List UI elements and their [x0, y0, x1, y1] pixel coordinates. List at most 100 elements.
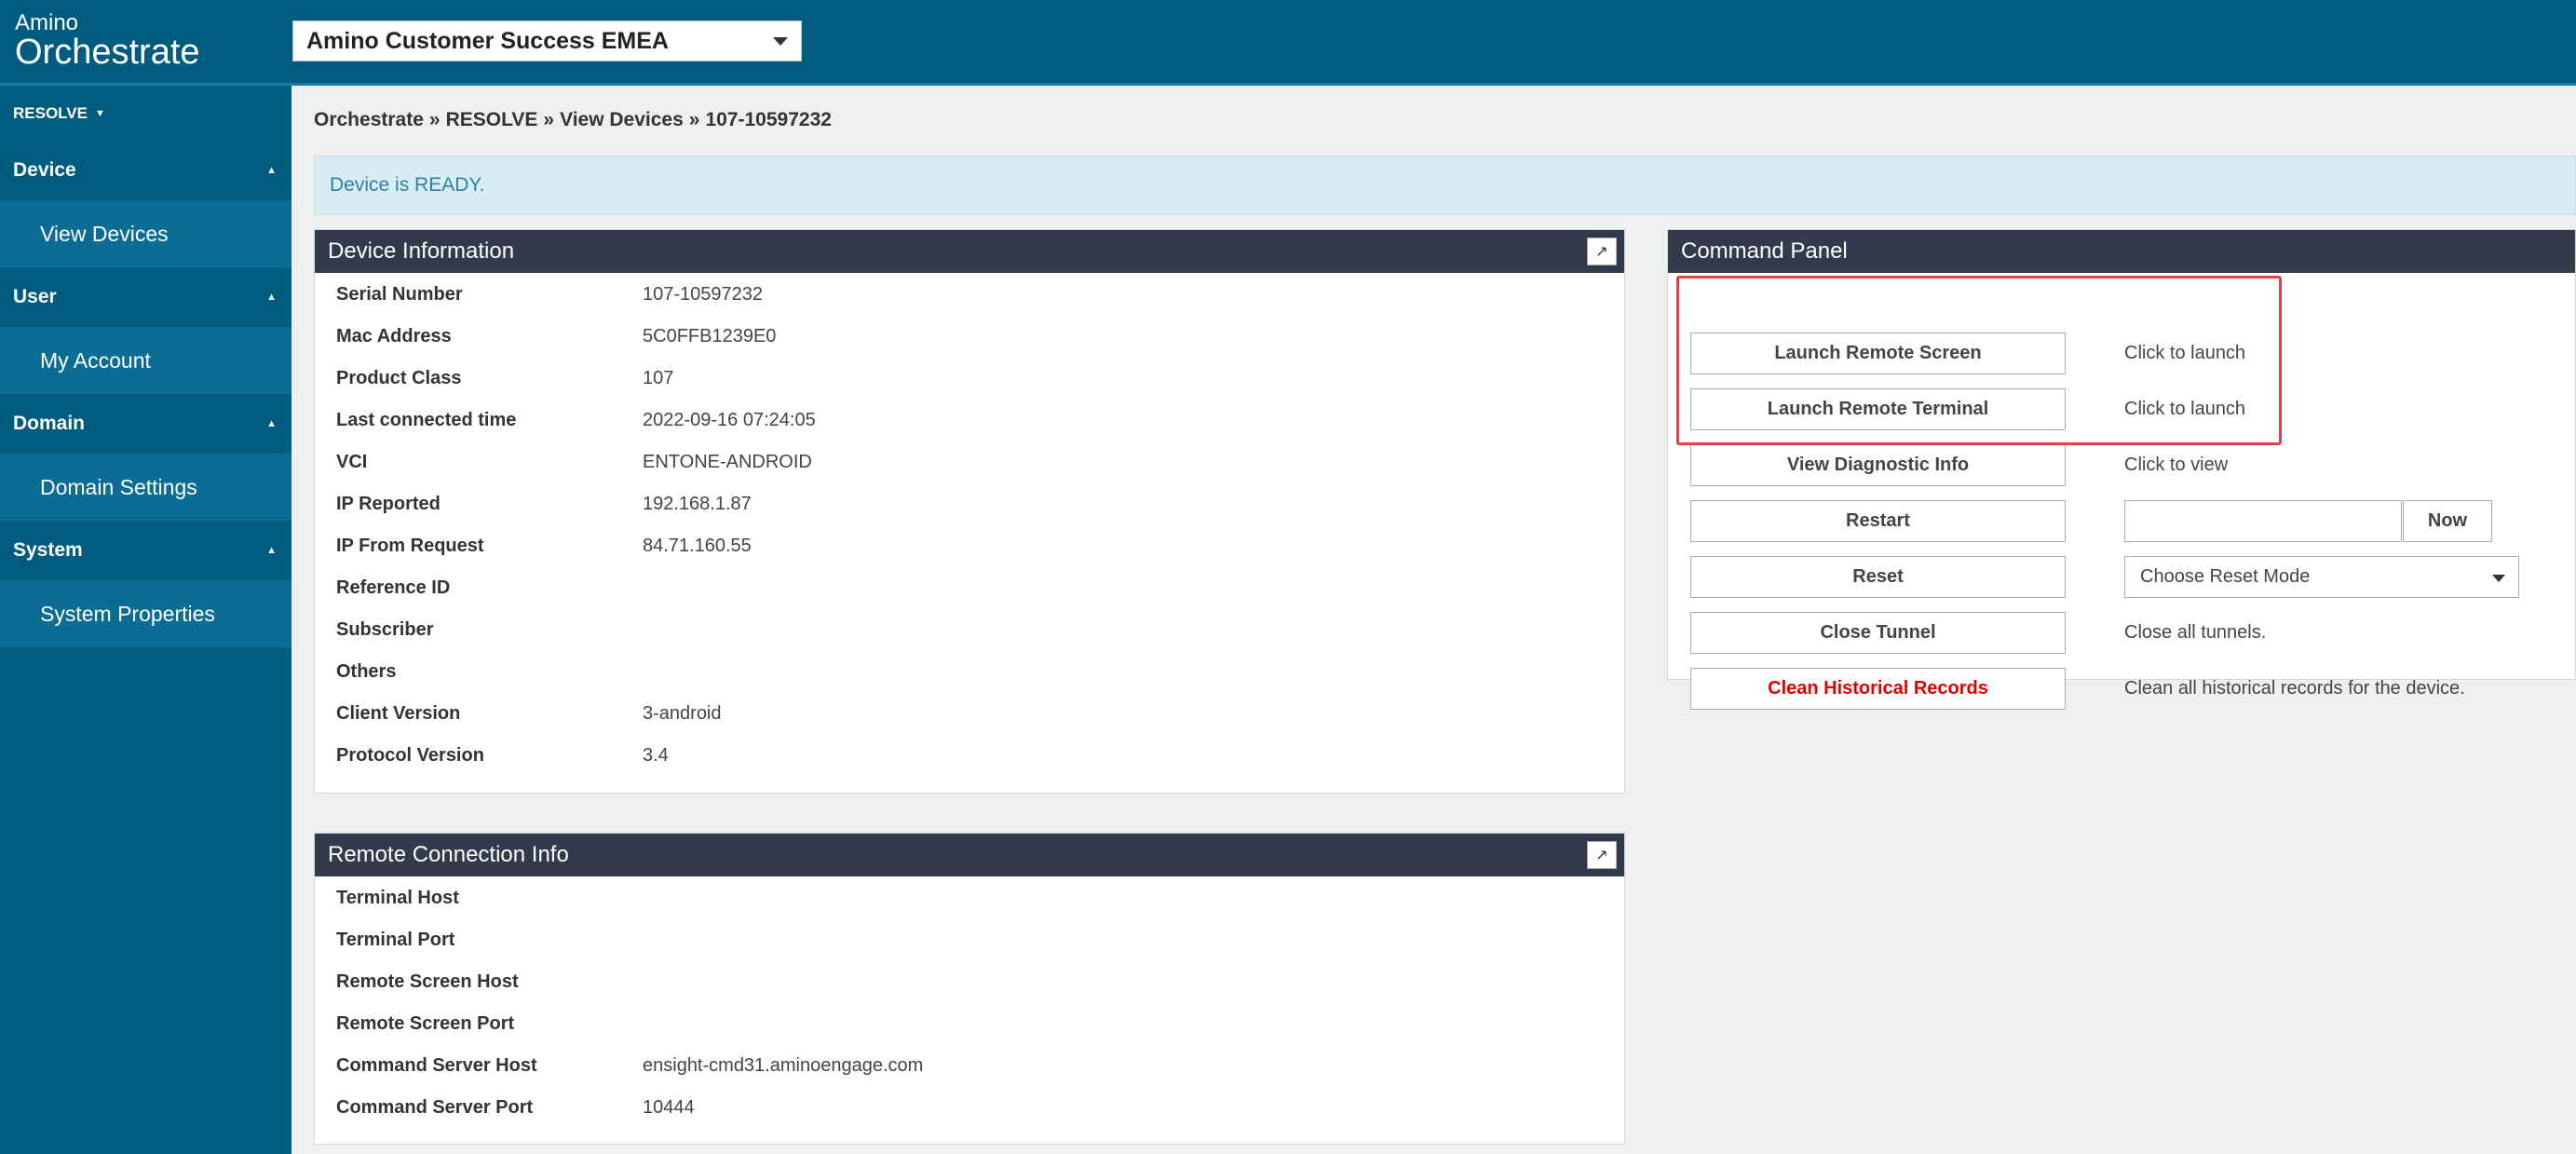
launch-remote-terminal-button[interactable]: Launch Remote Terminal	[1690, 388, 2066, 430]
sidebar-item-domain-settings[interactable]: Domain Settings	[0, 454, 291, 521]
command-row: Launch Remote Terminal Click to launch	[1668, 388, 2575, 430]
chevron-down-icon	[773, 37, 788, 46]
caret-up-icon: ▲	[266, 545, 277, 556]
caret-up-icon: ▲	[266, 292, 277, 303]
info-label: VCI	[336, 452, 368, 472]
caret-up-icon: ▲	[266, 418, 277, 429]
info-label: Client Version	[336, 703, 461, 724]
caret-up-icon: ▲	[266, 165, 277, 176]
info-label: Terminal Port	[336, 930, 455, 950]
remote-connection-panel: Remote Connection Info ↗ Terminal Host T…	[314, 833, 1625, 1145]
panel-title: Remote Connection Info	[328, 842, 569, 867]
sidebar-item-system-properties[interactable]: System Properties	[0, 580, 291, 647]
info-label: IP From Request	[336, 536, 484, 556]
info-value: 107-10597232	[643, 284, 764, 305]
command-row: Clean Historical Records Clean all histo…	[1668, 668, 2575, 710]
device-info-panel: Device Information ↗ Serial Number 107-10…	[314, 229, 1625, 794]
info-label: Subscriber	[336, 619, 434, 640]
command-description: Click to view	[2124, 455, 2229, 475]
sidebar-item-label: View Devices	[40, 221, 169, 246]
sidebar-section-label: System	[13, 539, 83, 561]
info-label: Serial Number	[336, 284, 463, 305]
sidebar-item-label: System Properties	[40, 601, 215, 626]
info-row: VCI ENTONE-ANDROID	[315, 441, 1624, 483]
info-row: Client Version 3-android	[315, 693, 1624, 735]
info-value: 84.71.160.55	[643, 536, 752, 556]
restart-button[interactable]: Restart	[1690, 500, 2066, 542]
info-row: IP From Request 84.71.160.55	[315, 525, 1624, 567]
sidebar-section-user[interactable]: User ▲	[0, 267, 291, 327]
info-row: Command Server Port 10444	[315, 1087, 1624, 1129]
info-label: Protocol Version	[336, 745, 484, 766]
sidebar-item-view-devices[interactable]: View Devices	[0, 200, 291, 267]
close-tunnel-button[interactable]: Close Tunnel	[1690, 612, 2066, 654]
sidebar-section-label: Domain	[13, 413, 86, 434]
sidebar-section-label: User	[13, 286, 57, 307]
panel-title: Command Panel	[1681, 238, 1848, 264]
command-row: Launch Remote Screen Click to launch	[1668, 333, 2575, 374]
command-row: View Diagnostic Info Click to view	[1668, 444, 2575, 486]
info-label: Command Server Host	[336, 1055, 537, 1076]
info-row: Remote Screen Host	[315, 961, 1624, 1003]
command-description: Click to launch	[2124, 399, 2246, 419]
status-alert: Device is READY.	[314, 156, 2576, 215]
reset-mode-select[interactable]: Choose Reset Mode	[2124, 556, 2519, 598]
info-label: Terminal Host	[336, 888, 459, 908]
info-value: 107	[643, 368, 674, 388]
sidebar-section-domain[interactable]: Domain ▲	[0, 394, 291, 454]
breadcrumb-current: 107-10597232	[705, 109, 832, 130]
info-label: Remote Screen Host	[336, 971, 519, 992]
restart-time-input[interactable]	[2124, 500, 2402, 542]
panel-header: Remote Connection Info ↗	[315, 834, 1624, 876]
command-panel: Command Panel Launch Remote Screen Click…	[1667, 229, 2576, 710]
info-label: Reference ID	[336, 577, 451, 598]
info-value: ENTONE-ANDROID	[643, 452, 812, 472]
expand-icon[interactable]: ↗	[1587, 238, 1617, 265]
info-label: Command Server Port	[336, 1097, 534, 1118]
command-description: Clean all historical records for the dev…	[2124, 678, 2465, 699]
logo-big-text: Orchestrate	[15, 33, 200, 72]
breadcrumb-item[interactable]: Orchestrate	[314, 109, 424, 130]
command-row: Close Tunnel Close all tunnels.	[1668, 612, 2575, 654]
sidebar-section-device[interactable]: Device ▲	[0, 141, 291, 200]
sidebar-item-label: Domain Settings	[40, 474, 197, 499]
view-diagnostic-info-button[interactable]: View Diagnostic Info	[1690, 444, 2066, 486]
info-row: Serial Number 107-10597232	[315, 274, 1624, 316]
sidebar-resolve-menu[interactable]: RESOLVE ▼	[0, 86, 291, 141]
sidebar-section-system[interactable]: System ▲	[0, 521, 291, 580]
info-value: 2022-09-16 07:24:05	[643, 410, 816, 430]
info-row: IP Reported 192.168.1.87	[315, 483, 1624, 525]
sidebar-resolve-label: RESOLVE	[13, 103, 88, 122]
launch-remote-screen-button[interactable]: Launch Remote Screen	[1690, 333, 2066, 374]
reset-mode-value: Choose Reset Mode	[2140, 566, 2311, 587]
breadcrumb: Orchestrate» RESOLVE» View Devices» 107-105…	[314, 109, 832, 131]
info-row: Remote Screen Port	[315, 1003, 1624, 1045]
panel-title: Device Information	[328, 238, 515, 264]
command-row: Reset Choose Reset Mode	[1668, 556, 2575, 598]
breadcrumb-item[interactable]: RESOLVE	[446, 109, 538, 130]
domain-select[interactable]: Amino Customer Success EMEA	[292, 20, 802, 61]
chevron-down-icon	[2492, 575, 2505, 582]
breadcrumb-separator: »	[543, 109, 555, 130]
info-label: Others	[336, 661, 397, 682]
app-logo[interactable]: Amino Orchestrate	[15, 11, 200, 72]
command-description: Click to launch	[2124, 343, 2246, 363]
sidebar-section-label: Device	[13, 159, 76, 181]
info-label: IP Reported	[336, 494, 441, 514]
info-label: Product Class	[336, 368, 462, 388]
info-row: Subscriber	[315, 609, 1624, 651]
info-label: Last connected time	[336, 410, 517, 430]
sidebar-item-my-account[interactable]: My Account	[0, 327, 291, 394]
info-row: Command Server Host ensight-cmd31.aminoen…	[315, 1045, 1624, 1087]
restart-now-button[interactable]: Now	[2403, 500, 2492, 542]
breadcrumb-item[interactable]: View Devices	[560, 109, 684, 130]
info-row: Reference ID	[315, 567, 1624, 609]
info-value: 5C0FFB1239E0	[643, 326, 777, 346]
breadcrumb-separator: »	[688, 109, 700, 130]
domain-select-value: Amino Customer Success EMEA	[306, 27, 669, 54]
expand-icon[interactable]: ↗	[1587, 841, 1617, 869]
clean-historical-records-button[interactable]: Clean Historical Records	[1690, 668, 2066, 710]
reset-button[interactable]: Reset	[1690, 556, 2066, 598]
info-row: Terminal Host	[315, 877, 1624, 919]
sidebar-item-label: My Account	[40, 347, 151, 373]
